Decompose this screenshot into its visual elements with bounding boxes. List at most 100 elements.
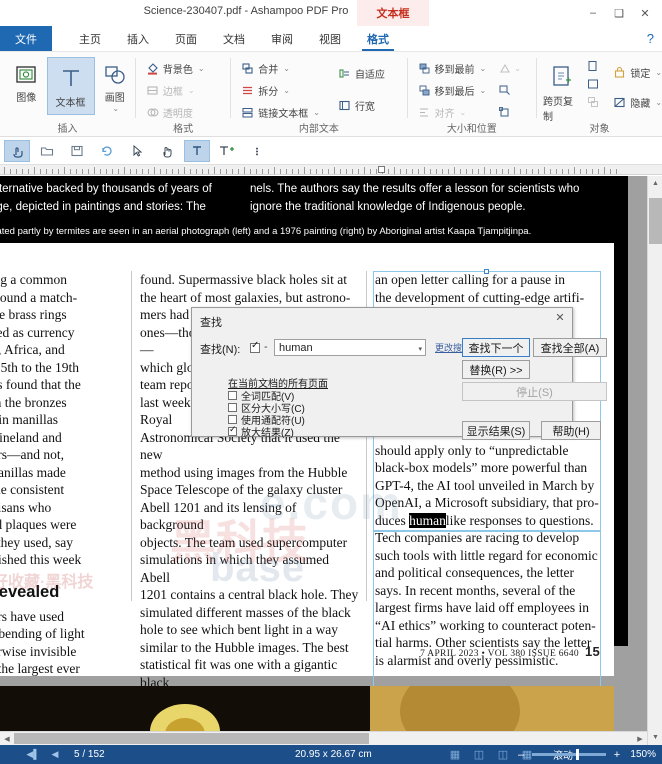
first-page-icon[interactable]: ◀▌	[22, 749, 44, 760]
tab-document[interactable]: 文档	[210, 26, 258, 51]
rotate-caret[interactable]: ⌄	[514, 64, 521, 73]
whole-word-checkbox[interactable]	[228, 391, 237, 400]
tab-format[interactable]: 格式	[354, 26, 402, 51]
hide-caret[interactable]: ⌄	[655, 98, 662, 107]
inner-linewidth-button[interactable]: 行宽	[334, 94, 388, 116]
find-field-checkbox[interactable]	[250, 340, 260, 353]
add-text-icon[interactable]	[214, 140, 240, 162]
tab-insert[interactable]: 插入	[114, 26, 162, 51]
pan-hand-icon[interactable]	[154, 140, 180, 162]
bring-to-front-caret[interactable]: ⌄	[480, 64, 487, 73]
ruler-tick	[100, 169, 101, 174]
zoom-control[interactable]: – + 150%	[514, 749, 656, 761]
ruler-tick	[244, 167, 245, 174]
stop-button[interactable]: 停止(S)	[462, 382, 607, 401]
help-icon[interactable]: ?	[647, 31, 654, 46]
replace-button[interactable]: 替换(R) >>	[462, 360, 530, 379]
zoom-slider-knob[interactable]	[576, 749, 579, 760]
horizontal-ruler[interactable]	[0, 165, 662, 175]
inner-autofit-button[interactable]: 自适应	[334, 62, 388, 84]
tab-review[interactable]: 审阅	[258, 26, 306, 51]
insert-textbox-button[interactable]: 文本框	[46, 57, 95, 115]
open-folder-icon[interactable]	[34, 140, 60, 162]
hand-select-icon[interactable]	[4, 139, 30, 162]
object-frame-button[interactable]	[583, 75, 601, 93]
find-input-value[interactable]: human	[279, 342, 313, 354]
scroll-left-icon[interactable]: ◀	[0, 732, 14, 745]
text-tool-icon[interactable]	[184, 139, 210, 162]
column1-body: cating a common has found a match- of th…	[0, 272, 82, 567]
scroll-right-icon[interactable]: ▶	[633, 732, 647, 745]
zoom-value[interactable]: 150%	[624, 749, 656, 760]
continuous-icon[interactable]: ◫	[491, 748, 515, 761]
document-viewport[interactable]: alternative backed by thousands of years…	[0, 176, 662, 745]
object-group-button[interactable]	[583, 93, 601, 111]
tab-page[interactable]: 页面	[162, 26, 210, 51]
show-results-button[interactable]: 显示结果(S)	[462, 421, 530, 440]
format-border-button[interactable]: 边框 ⌄	[142, 79, 195, 101]
match-case-checkbox[interactable]	[228, 403, 237, 412]
object-props-button[interactable]	[583, 57, 601, 75]
copy-across-pages-button[interactable]: 跨页复制	[543, 57, 581, 123]
lock-button[interactable]: 锁定 ⌄	[609, 61, 662, 83]
tab-home[interactable]: 主页	[66, 26, 114, 51]
horizontal-scroll-thumb[interactable]	[14, 733, 369, 744]
insert-draw-button[interactable]: 画图 ⌄	[95, 57, 136, 113]
tab-view[interactable]: 视图	[306, 26, 354, 51]
align-caret[interactable]: ⌄	[460, 108, 467, 117]
inner-link-textbox-caret[interactable]: ⌄	[313, 108, 320, 117]
ruler-tick	[124, 167, 125, 174]
textbox-handle-top[interactable]	[484, 269, 489, 274]
insert-image-button[interactable]: 图像	[6, 57, 47, 104]
inner-split-caret[interactable]: ⌄	[283, 86, 290, 95]
chevron-down-icon[interactable]: ▾	[418, 345, 422, 353]
save-icon[interactable]	[64, 140, 90, 162]
prev-page-icon[interactable]: ◀	[44, 749, 66, 760]
format-fillcolor-caret[interactable]: ⌄	[198, 64, 205, 73]
hide-button[interactable]: 隐藏 ⌄	[609, 91, 662, 113]
zoom-out-button[interactable]: –	[514, 749, 528, 761]
insert-textbox-label: 文本框	[55, 98, 86, 109]
insert-draw-caret[interactable]: ⌄	[112, 104, 119, 113]
vertical-scroll-thumb[interactable]	[649, 198, 662, 244]
scroll-up-icon[interactable]: ▲	[648, 176, 662, 191]
maximize-icon[interactable]: ❑	[606, 2, 632, 24]
zoom-result-checkbox[interactable]	[228, 424, 237, 436]
inner-split-button[interactable]: 拆分 ⌄	[237, 79, 320, 101]
close-icon[interactable]: ✕	[632, 2, 658, 24]
inner-merge-caret[interactable]: ⌄	[283, 64, 290, 73]
facing-pages-icon[interactable]: ◫	[467, 748, 491, 761]
find-next-button[interactable]: 查找下一个	[462, 338, 530, 357]
inner-merge-button[interactable]: 合并 ⌄	[237, 57, 320, 79]
rotate-button[interactable]: ⌄	[494, 57, 521, 79]
help-button[interactable]: 帮助(H)	[541, 421, 601, 440]
send-to-back-caret[interactable]: ⌄	[480, 86, 487, 95]
undo-icon[interactable]	[94, 140, 120, 162]
ruler-marker[interactable]	[378, 166, 385, 173]
find-dialog[interactable]: 查找 ✕ 查找(N): - human ▾ 更改搜索设置 在当前文档的所有页面 …	[191, 307, 607, 440]
ruler-tick	[154, 167, 155, 174]
find-dialog-close-icon[interactable]: ✕	[552, 310, 568, 324]
contextual-tab-textbox[interactable]: 文本框	[357, 0, 429, 26]
scroll-down-icon[interactable]: ▼	[648, 730, 662, 745]
find-option-zoom-result[interactable]: 放大结果(Z)	[228, 424, 294, 439]
send-to-back-button[interactable]: 移到最后 ⌄	[414, 79, 487, 101]
tab-file[interactable]: 文件	[0, 26, 52, 51]
page-indicator[interactable]: 5 / 152	[74, 749, 105, 760]
wildcards-checkbox[interactable]	[228, 415, 237, 424]
bring-to-front-button[interactable]: 移到最前 ⌄	[414, 57, 487, 79]
zoom-slider[interactable]	[532, 749, 606, 760]
horizontal-scrollbar[interactable]: ◀ ▶	[0, 731, 647, 745]
single-page-icon[interactable]: ▦	[443, 748, 467, 761]
more-tools-icon[interactable]	[244, 140, 270, 162]
format-fillcolor-button[interactable]: 背景色 ⌄	[142, 57, 205, 79]
find-input-combo[interactable]: human ▾	[274, 339, 426, 356]
resize-button[interactable]	[494, 79, 521, 101]
vertical-scrollbar[interactable]: ▲ ▼	[647, 176, 662, 745]
minimize-icon[interactable]: –	[580, 2, 606, 24]
pointer-icon[interactable]	[124, 140, 150, 162]
format-border-caret[interactable]: ⌄	[188, 86, 195, 95]
zoom-in-button[interactable]: +	[610, 749, 624, 761]
lock-caret[interactable]: ⌄	[655, 68, 662, 77]
find-all-button[interactable]: 查找全部(A)	[533, 338, 607, 357]
